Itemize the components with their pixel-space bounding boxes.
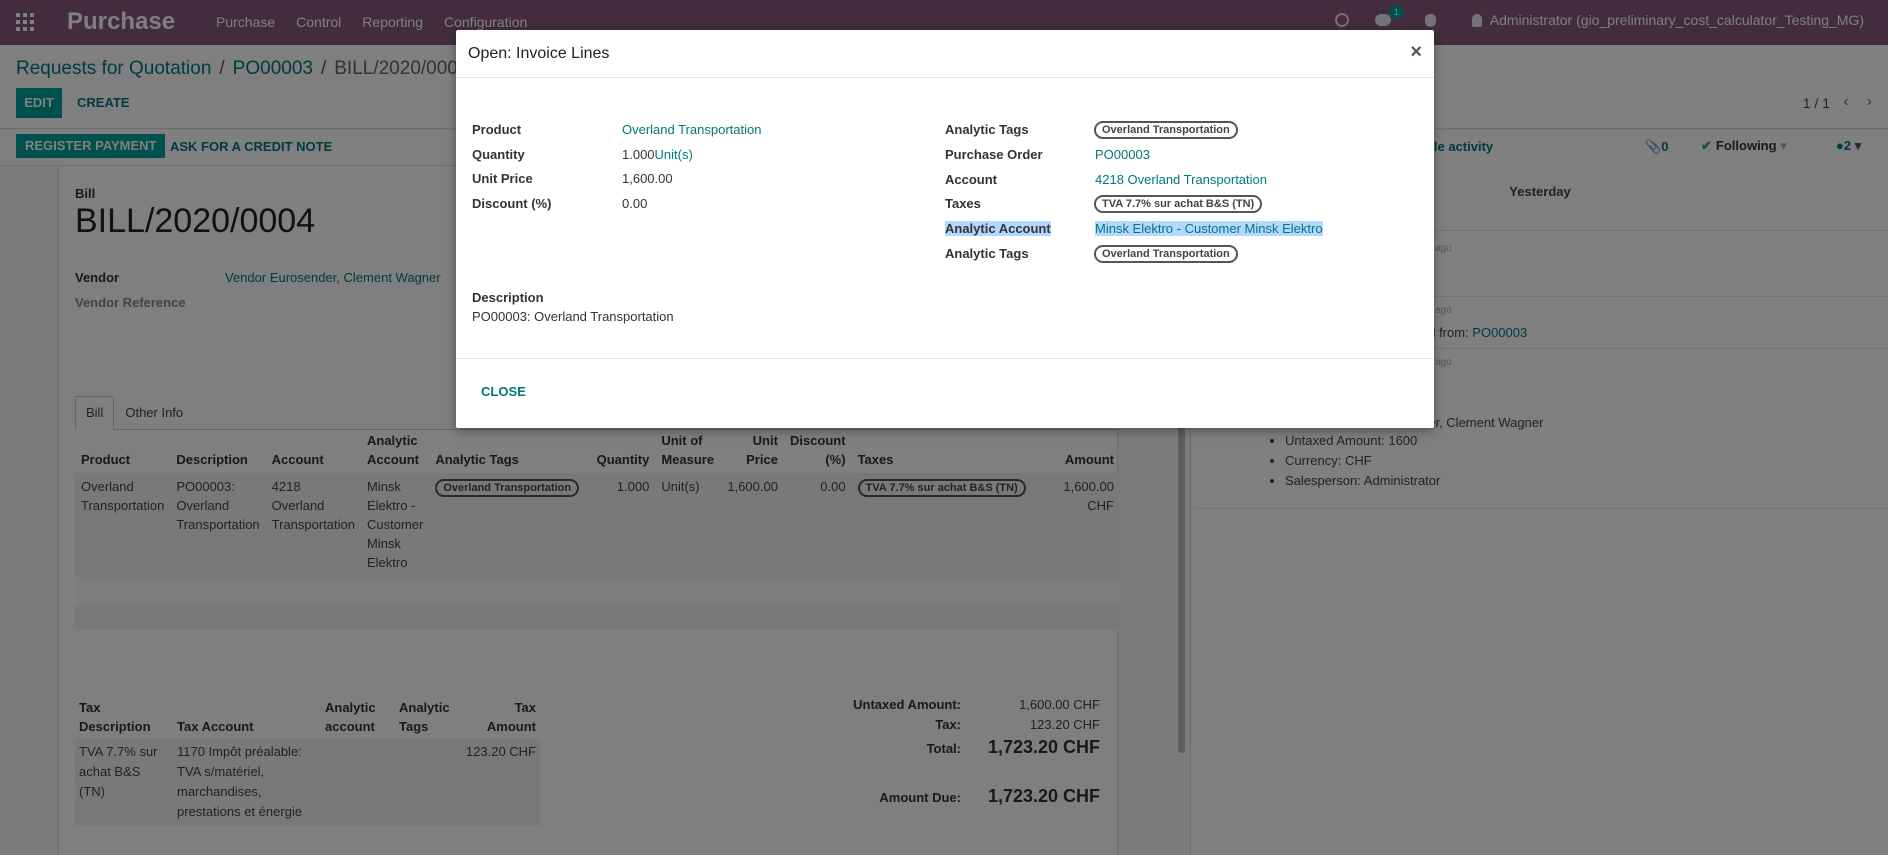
quantity-unit[interactable]: Unit(s) [655,147,693,162]
dialog-header: Open: Invoice Lines × [456,30,1434,78]
analytic-account-label: Analytic Account [945,221,1051,236]
analytic-tags-label: Analytic Tags [945,246,1029,261]
discount-value: 0.00 [622,196,648,211]
unit-price-value: 1,600.00 [622,171,673,186]
quantity-value: 1.000 [622,147,655,162]
analytic-tag-badge: Overland Transportation [1094,245,1238,263]
dialog-footer: CLOSE [456,359,1434,427]
product-value[interactable]: Overland Transportation [622,122,761,137]
unit-price-label: Unit Price [472,171,533,186]
account-value[interactable]: 4218 Overland Transportation [1095,172,1267,187]
close-button[interactable]: CLOSE [481,384,526,399]
taxes-label: Taxes [945,196,981,211]
product-label: Product [472,122,522,137]
analytic-account-value[interactable]: Minsk Elektro - Customer Minsk Elektro [1095,221,1323,236]
purchase-order-value[interactable]: PO00003 [1095,147,1150,162]
invoice-line-dialog: Open: Invoice Lines × Product Overland T… [456,30,1434,428]
dialog-title: Open: Invoice Lines [468,45,610,62]
description-value: PO00003: Overland Transportation [472,309,674,324]
tax-badge: TVA 7.7% sur achat B&S (TN) [1094,195,1263,213]
account-label: Account [945,172,997,187]
purchase-order-label: Purchase Order [945,147,1043,162]
quantity-label: Quantity [472,147,525,162]
discount-label: Discount (%) [472,196,552,211]
analytic-tags-label: Analytic Tags [945,122,1029,137]
description-label: Description [472,290,544,305]
close-icon[interactable]: × [1410,42,1422,62]
dialog-body: Product Overland Transportation Quantity… [456,78,1434,359]
analytic-tag-badge: Overland Transportation [1094,121,1238,139]
quantity-field: 1.000Unit(s) [622,147,693,162]
